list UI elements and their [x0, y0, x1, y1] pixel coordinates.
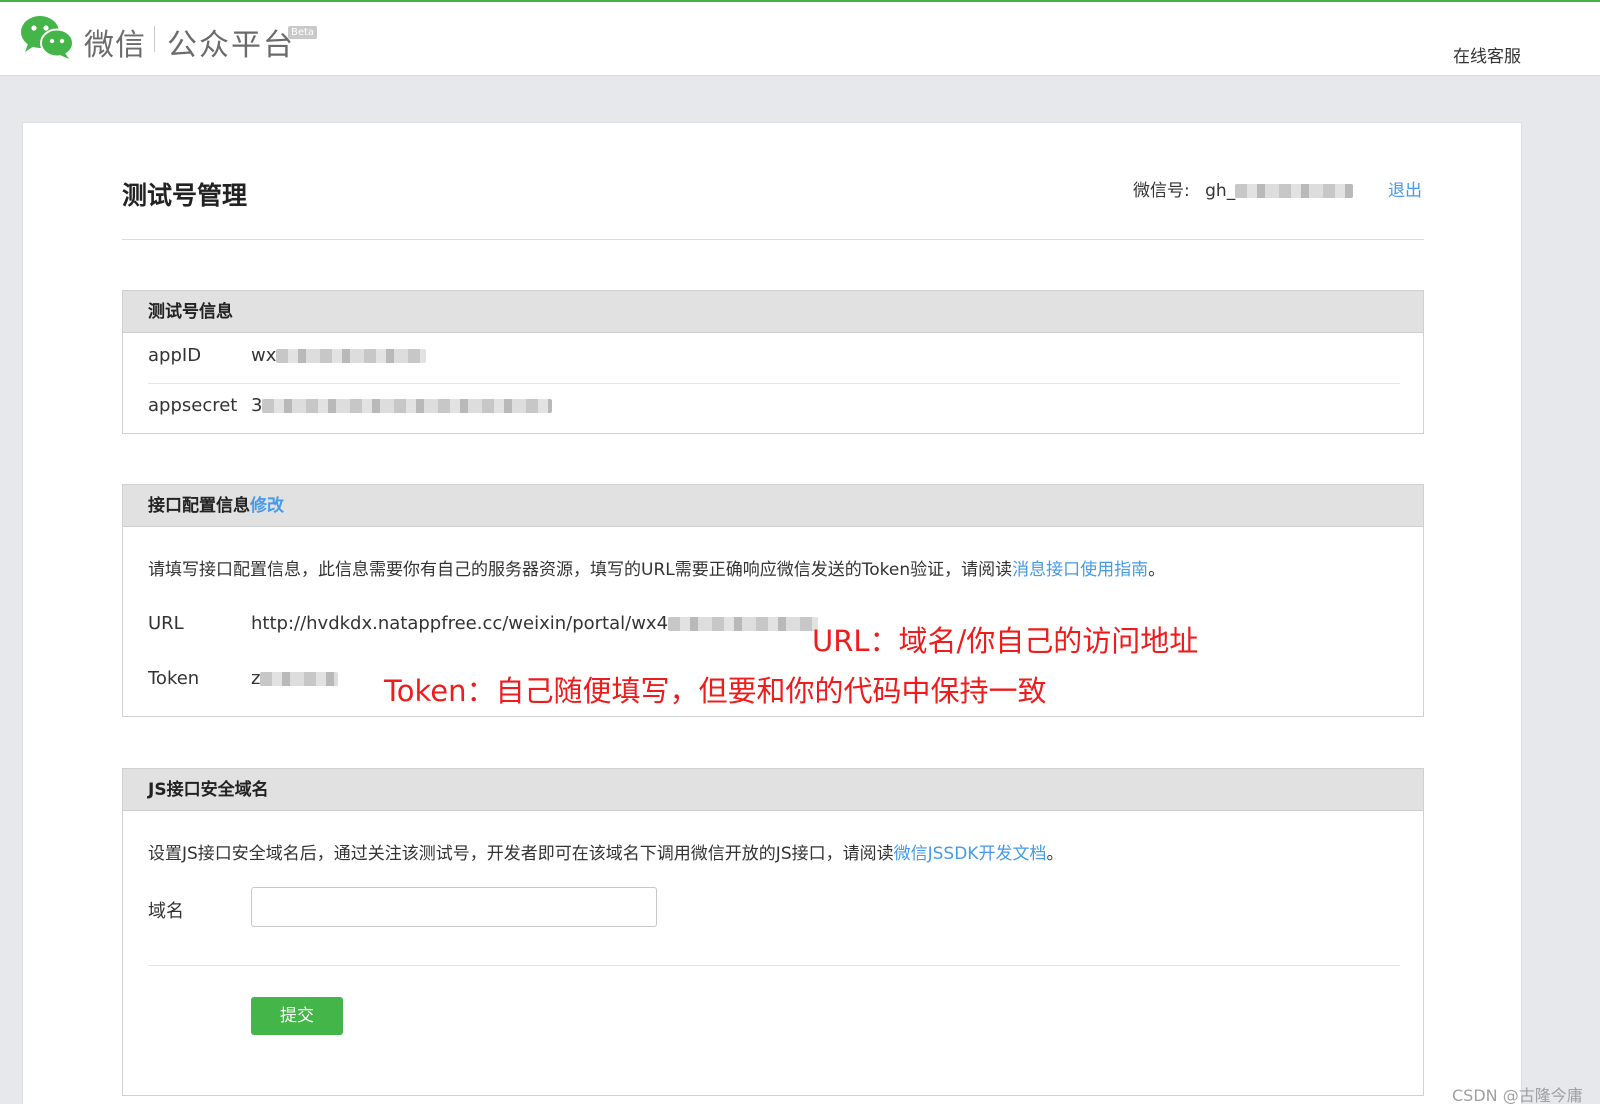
brand-subtitle: 公众平台 [167, 28, 295, 63]
wechat-logo-icon [21, 16, 74, 59]
domain-input[interactable] [251, 887, 657, 927]
brand-name: 微信 [84, 28, 146, 63]
beta-badge: Beta [288, 26, 318, 39]
token-value: z [251, 668, 339, 689]
redacted-blur [276, 349, 427, 363]
token-label: Token [148, 668, 200, 689]
panel-header: JS接口安全域名 [123, 769, 1423, 811]
panel-title: 测试号信息 [148, 302, 233, 322]
api-config-description: 请填写接口配置信息，此信息需要你有自己的服务器资源，填写的URL需要正确响应微信… [148, 560, 1166, 580]
url-annotation: URL：域名/你自己的访问地址 [812, 624, 1199, 658]
row-divider [148, 965, 1400, 966]
page-title: 测试号管理 [122, 181, 248, 210]
redacted-blur [1235, 184, 1354, 198]
domain-label: 域名 [148, 901, 184, 922]
message-api-guide-link[interactable]: 消息接口使用指南 [1012, 560, 1148, 580]
panel-title: 接口配置信息 [148, 496, 250, 516]
redacted-blur [260, 672, 339, 686]
redacted-blur [668, 617, 819, 631]
url-value: http://hvdkdx.natappfree.cc/weixin/porta… [251, 613, 819, 634]
brand-divider [154, 26, 155, 52]
submit-button[interactable]: 提交 [251, 997, 343, 1035]
redacted-blur [262, 399, 553, 413]
online-support-link[interactable]: 在线客服 [1453, 42, 1521, 67]
appsecret-value: 3 [251, 395, 553, 416]
divider [122, 239, 1424, 240]
account-label: 微信号: [1133, 181, 1190, 201]
js-domain-panel: JS接口安全域名 设置JS接口安全域名后，通过关注该测试号，开发者即可在该域名下… [122, 768, 1424, 1096]
test-account-panel: 测试号信息 appID wx appsecret 3 [122, 290, 1424, 434]
row-divider [148, 383, 1400, 384]
appid-label: appID [148, 345, 202, 366]
appid-value: wx [251, 345, 427, 366]
top-bar: 微信 公众平台 Beta 在线客服 [0, 0, 1600, 76]
watermark: CSDN @古隆今庸 [1452, 1086, 1583, 1104]
panel-header: 测试号信息 [123, 291, 1423, 333]
jssdk-doc-link[interactable]: 微信JSSDK开发文档 [894, 844, 1047, 864]
logout-link[interactable]: 退出 [1388, 176, 1422, 201]
account-value: gh_ [1205, 181, 1354, 201]
js-domain-description: 设置JS接口安全域名后，通过关注该测试号，开发者即可在该域名下调用微信开放的JS… [148, 844, 1064, 864]
panel-title: JS接口安全域名 [148, 780, 269, 800]
appsecret-label: appsecret [148, 395, 238, 416]
edit-link[interactable]: 修改 [250, 496, 284, 516]
url-label: URL [148, 613, 184, 634]
account-info: 微信号: gh_ [1133, 176, 1354, 201]
panel-header: 接口配置信息修改 [123, 485, 1423, 527]
token-annotation: Token：自己随便填写，但要和你的代码中保持一致 [384, 674, 1047, 708]
